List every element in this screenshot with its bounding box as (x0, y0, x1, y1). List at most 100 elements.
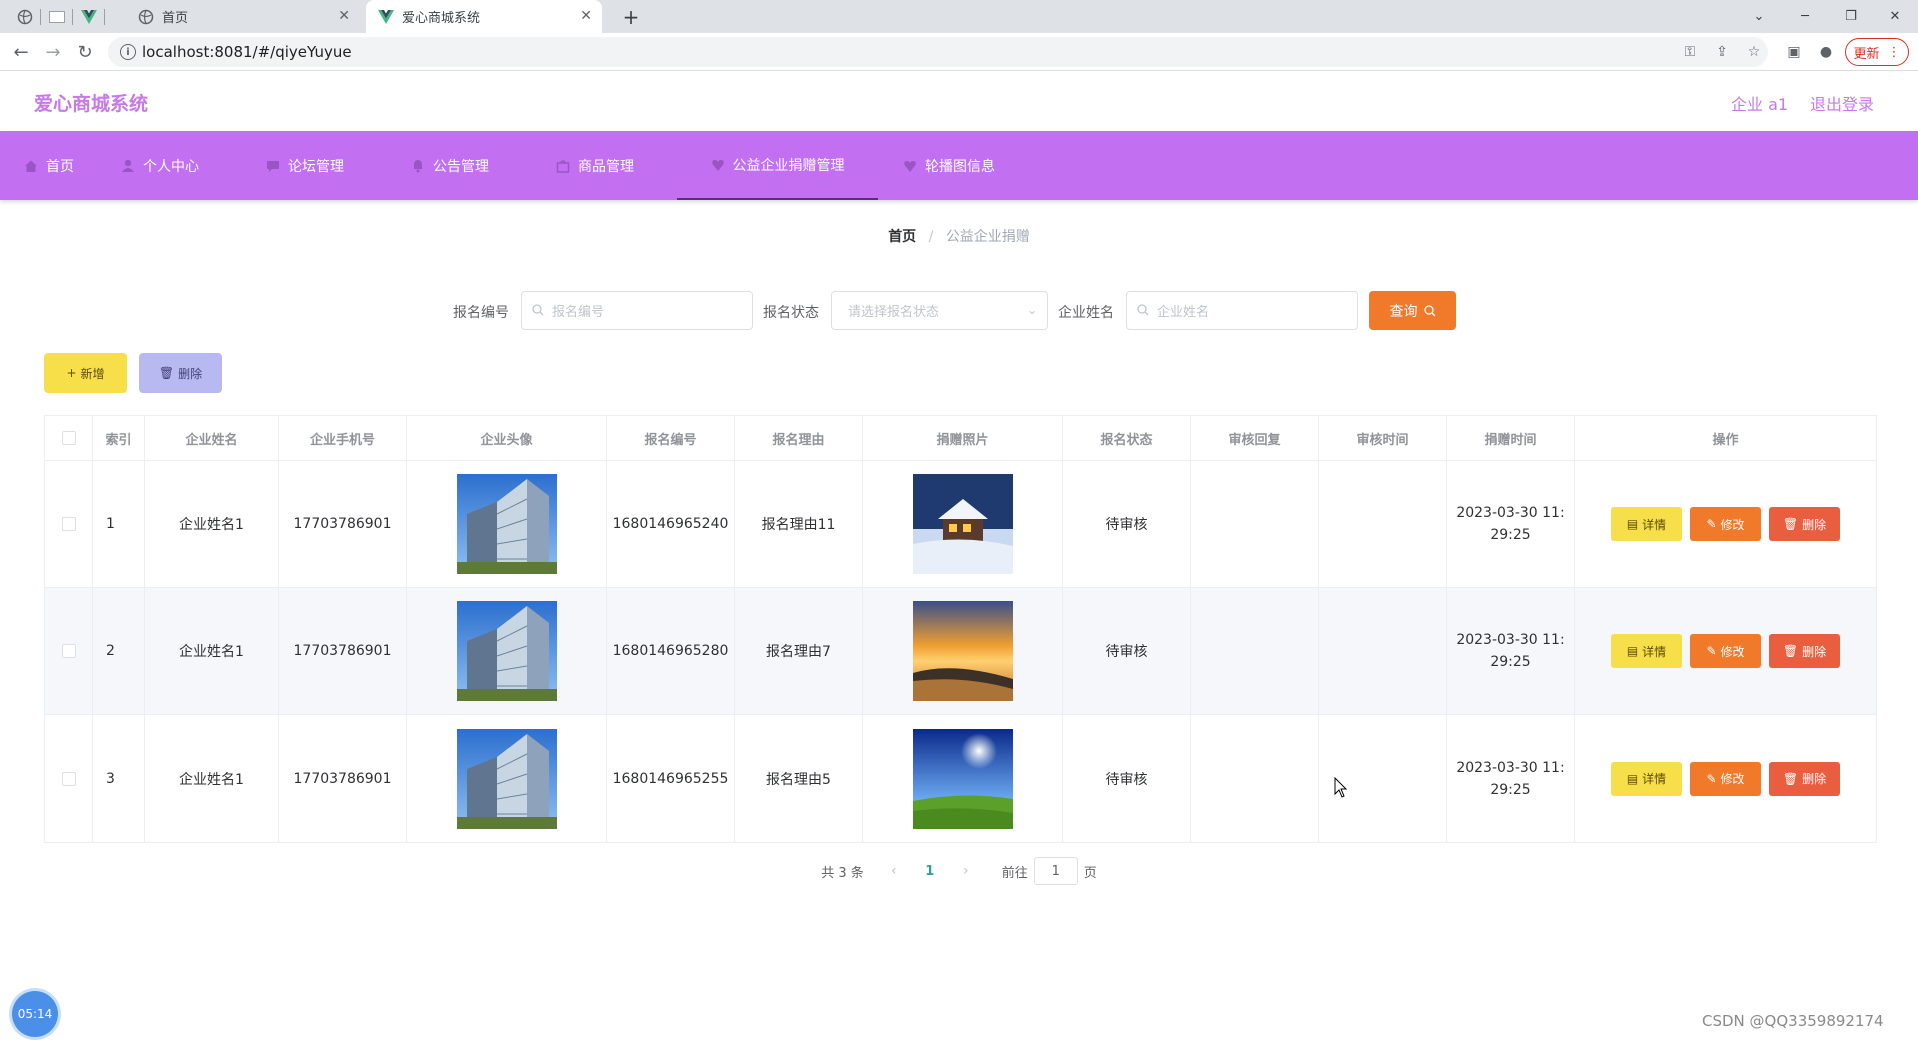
header-select-all[interactable] (45, 416, 93, 460)
delete-button[interactable]: 🗑 删除 (1769, 634, 1840, 668)
update-button[interactable]: 更新 ⋮ (1845, 38, 1909, 66)
company-building-image[interactable] (456, 601, 557, 701)
donate-time-line1: 2023-03-30 11: (1456, 632, 1565, 648)
breadcrumb-home[interactable]: 首页 (888, 229, 916, 245)
tab-separator (40, 9, 41, 25)
share-icon[interactable]: ⇪ (1712, 42, 1732, 62)
tab-home[interactable]: 首页 ✕ (110, 0, 360, 33)
filter-label-name: 企业姓名 (1058, 305, 1114, 321)
nav-item-goods[interactable]: 商品管理 (556, 131, 634, 200)
tab-active[interactable]: 爱心商城系统 ✕ (366, 0, 602, 33)
breadcrumb-separator: / (928, 229, 934, 245)
filter-name-input[interactable]: 企业姓名 (1126, 291, 1358, 330)
nav-item-donation[interactable]: 公益企业捐赠管理 (677, 131, 878, 200)
snow-house-image[interactable] (912, 474, 1013, 574)
search-icon (1137, 304, 1149, 316)
minimize-icon[interactable]: ─ (1782, 0, 1828, 33)
bookmark-star-icon[interactable]: ☆ (1744, 42, 1764, 62)
detail-label: 详情 (1642, 517, 1667, 532)
user-label[interactable]: 企业 a1 (1731, 91, 1788, 115)
goto-page-input[interactable]: 1 (1033, 857, 1078, 885)
edit-button[interactable]: ✎ 修改 (1690, 761, 1761, 796)
row-select-cell[interactable] (45, 588, 93, 714)
browser-toolbar: ← → ↻ i localhost:8081/#/qiyeYuyue ⚿ ⇪ ☆… (0, 33, 1918, 71)
prev-page-icon[interactable]: ‹ (876, 863, 912, 879)
detail-button[interactable]: ▤ 详情 (1611, 761, 1682, 796)
floating-clock-badge[interactable]: 05:14 (12, 991, 58, 1037)
row-checkbox[interactable] (61, 517, 76, 531)
row-checkbox[interactable] (61, 644, 76, 658)
filter-no-input[interactable]: 报名编号 (521, 291, 753, 330)
nav-item-profile[interactable]: 个人中心 (121, 131, 199, 200)
cell-photo (863, 588, 1063, 714)
forward-arrow-icon[interactable]: → (40, 39, 66, 65)
back-arrow-icon[interactable]: ← (8, 39, 34, 65)
column-header: 企业手机号 (279, 416, 407, 460)
edit-button[interactable]: ✎ 修改 (1690, 507, 1761, 541)
reload-icon[interactable]: ↻ (72, 39, 98, 65)
detail-label: 详情 (1642, 644, 1667, 659)
cell-index: 2 (93, 588, 145, 714)
side-panel-icon[interactable]: ▣ (1784, 42, 1804, 62)
detail-button[interactable]: ▤ 详情 (1611, 507, 1682, 541)
cell-reason: 报名理由7 (735, 588, 863, 714)
address-bar[interactable]: i localhost:8081/#/qiyeYuyue (108, 37, 1768, 67)
cell-no: 1680146965240 (607, 461, 735, 587)
plus-icon: + (66, 366, 77, 380)
page-number[interactable]: 1 (912, 864, 948, 879)
cell-donate-time: 2023-03-30 11: 29:25 (1447, 715, 1575, 842)
detail-label: 详情 (1642, 772, 1667, 786)
tab-search-chevron-icon[interactable]: ⌄ (1736, 0, 1782, 33)
filter-status-select[interactable]: 请选择报名状态 ⌄ (831, 291, 1048, 330)
donate-time-line2: 29:25 (1490, 527, 1531, 543)
next-page-icon[interactable]: › (948, 863, 984, 879)
profile-icon[interactable]: ● (1816, 42, 1836, 62)
delete-button[interactable]: 🗑 删除 (1769, 507, 1840, 541)
pinned-tab-globe-icon[interactable] (14, 6, 36, 28)
pinned-tab-vue-icon[interactable] (78, 6, 100, 28)
sunny-meadow-image[interactable] (912, 728, 1013, 829)
nav-item-home[interactable]: 首页 (24, 131, 74, 200)
row-select-cell[interactable] (45, 461, 93, 587)
detail-icon: ▤ (1626, 644, 1639, 658)
new-tab-plus-icon[interactable]: + (608, 0, 654, 33)
cell-index: 1 (93, 461, 145, 587)
close-tab-icon[interactable]: ✕ (580, 8, 592, 24)
detail-button[interactable]: ▤ 详情 (1611, 634, 1682, 668)
site-info-icon[interactable]: i (120, 44, 136, 60)
nav-item-carousel[interactable]: 轮播图信息 (903, 131, 995, 200)
close-tab-icon[interactable]: ✕ (338, 8, 350, 24)
add-label: 新增 (80, 366, 105, 381)
cell-actions: ▤ 详情 ✎ 修改 🗑 删除 (1575, 715, 1876, 842)
logout-link[interactable]: 退出登录 (1810, 91, 1874, 115)
row-select-cell[interactable] (45, 715, 93, 842)
window-close-icon[interactable]: ✕ (1872, 0, 1918, 33)
edit-button[interactable]: ✎ 修改 (1690, 634, 1761, 668)
row-checkbox[interactable] (61, 771, 76, 786)
home-icon (25, 160, 37, 172)
nav-item-forum[interactable]: 论坛管理 (266, 131, 344, 200)
restore-icon[interactable]: ❐ (1828, 0, 1874, 33)
edit-label: 修改 (1720, 517, 1745, 532)
query-button[interactable]: 查询 (1369, 291, 1456, 330)
delete-button[interactable]: 🗑 删除 (1769, 761, 1840, 796)
company-building-image[interactable] (456, 728, 557, 829)
app-header: 爱心商城系统 企业 a1 退出登录 (0, 72, 1918, 131)
donate-time-line1: 2023-03-30 11: (1456, 759, 1565, 776)
column-header: 捐赠照片 (863, 416, 1063, 460)
app-title: 爱心商城系统 (34, 93, 149, 115)
company-building-image[interactable] (456, 474, 557, 574)
nav-label: 轮播图信息 (925, 158, 995, 175)
nav-item-notice[interactable]: 公告管理 (411, 131, 489, 200)
batch-delete-button[interactable]: 🗑 删除 (139, 353, 222, 393)
detail-icon: ▤ (1626, 517, 1639, 531)
select-all-checkbox[interactable] (61, 431, 76, 445)
nav-label: 商品管理 (578, 158, 634, 175)
pinned-tab-blank-icon[interactable] (46, 6, 68, 28)
cell-status: 待审核 (1063, 588, 1191, 714)
add-button[interactable]: + 新增 (44, 353, 127, 393)
column-header: 审核时间 (1319, 416, 1447, 460)
sunset-beach-image[interactable] (912, 601, 1013, 701)
cell-audit-time (1319, 588, 1447, 714)
key-icon[interactable]: ⚿ (1680, 42, 1700, 62)
